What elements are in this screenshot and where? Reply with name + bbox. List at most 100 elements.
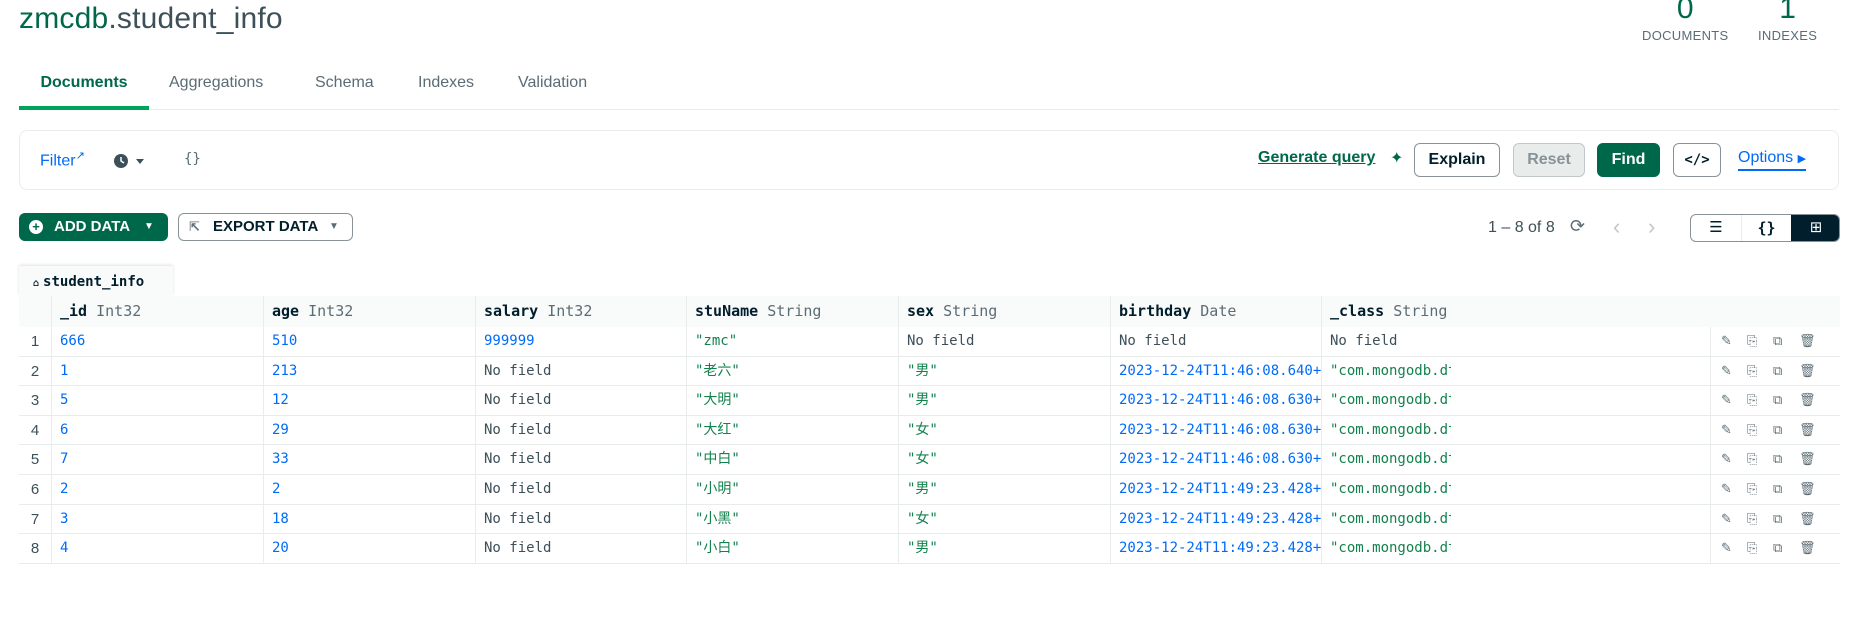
options-toggle[interactable]: Options ▶ (1738, 149, 1807, 171)
edit-icon[interactable]: ✎ (1721, 392, 1732, 408)
table-view-icon[interactable]: ⊞ (1791, 215, 1839, 241)
table-cell[interactable]: "男" (898, 356, 1110, 386)
table-cell[interactable]: No field (1110, 327, 1321, 356)
table-cell[interactable]: 12 (263, 386, 475, 415)
table-cell[interactable]: 5 (51, 386, 263, 415)
table-cell[interactable]: "女" (898, 504, 1110, 534)
clone-icon[interactable]: ⧉ (1773, 363, 1782, 379)
table-row[interactable]: 4 6 29 No field "大红" "女" 2023-12-24T11:46:08.6… (19, 415, 1840, 446)
table-cell[interactable]: "com.mongodb.dto (1321, 415, 1451, 445)
column-header[interactable]: salary Int32 (475, 296, 686, 327)
collection-breadcrumb-tab[interactable]: ⌂ student_info (19, 266, 173, 295)
table-row[interactable]: 7 3 18 No field "小黑" "女" 2023-12-24T11:49:23.4… (19, 504, 1840, 535)
edit-icon[interactable]: ✎ (1721, 451, 1732, 467)
table-cell[interactable]: 666 (51, 327, 263, 356)
tab-aggregations[interactable]: Aggregations (169, 70, 263, 110)
table-cell[interactable]: "女" (898, 445, 1110, 474)
table-row[interactable]: 6 2 2 No field "小明" "男" 2023-12-24T11:49:23.42… (19, 475, 1840, 505)
table-cell[interactable]: "com.mongodb.dto (1321, 504, 1451, 534)
column-header[interactable]: age Int32 (263, 296, 475, 327)
table-cell[interactable]: "男" (898, 475, 1110, 504)
edit-icon[interactable]: ✎ (1721, 511, 1732, 527)
copy-icon[interactable]: ⎘ (1747, 363, 1757, 379)
table-cell[interactable]: No field (475, 386, 686, 415)
clone-icon[interactable]: ⧉ (1773, 511, 1782, 527)
explain-button[interactable]: Explain (1414, 143, 1500, 177)
table-cell[interactable]: "女" (898, 415, 1110, 445)
table-cell[interactable]: No field (475, 415, 686, 445)
column-header[interactable]: sex String (898, 296, 1110, 327)
generate-query-link[interactable]: Generate query (1258, 149, 1375, 167)
table-cell[interactable]: No field (898, 327, 1110, 356)
clone-icon[interactable]: ⧉ (1773, 392, 1782, 408)
table-cell[interactable]: "小明" (686, 475, 898, 504)
table-row[interactable]: 1 666 510 999999 "zmc" No field No field No fie… (19, 327, 1840, 357)
previous-page-icon[interactable]: ‹ (1613, 214, 1620, 240)
table-cell[interactable]: No field (475, 475, 686, 504)
table-cell[interactable]: 4 (51, 534, 263, 563)
table-cell[interactable]: No field (475, 534, 686, 563)
copy-icon[interactable]: ⎘ (1747, 481, 1757, 497)
clone-icon[interactable]: ⧉ (1773, 422, 1782, 438)
table-cell[interactable]: "小黑" (686, 504, 898, 534)
table-cell[interactable]: 29 (263, 415, 475, 445)
delete-icon[interactable]: 🗑 (1799, 540, 1816, 556)
edit-icon[interactable]: ✎ (1721, 363, 1732, 379)
table-cell[interactable]: 7 (51, 445, 263, 474)
table-cell[interactable]: 2 (263, 475, 475, 504)
table-cell[interactable]: No field (475, 445, 686, 474)
reset-button[interactable]: Reset (1513, 143, 1585, 177)
table-cell[interactable]: 20 (263, 534, 475, 563)
table-cell[interactable]: 2023-12-24T11:46:08.630+0… (1110, 386, 1321, 415)
table-cell[interactable]: "男" (898, 534, 1110, 563)
table-cell[interactable]: 18 (263, 504, 475, 534)
table-cell[interactable]: No field (1321, 327, 1451, 356)
column-header[interactable]: stuName String (686, 296, 898, 327)
table-cell[interactable]: 213 (263, 356, 475, 386)
edit-icon[interactable]: ✎ (1721, 540, 1732, 556)
copy-icon[interactable]: ⎘ (1747, 540, 1757, 556)
table-cell[interactable]: "com.mongodb.dto (1321, 475, 1451, 504)
add-data-button[interactable]: + ADD DATA ▼ (19, 213, 168, 241)
table-row[interactable]: 3 5 12 No field "大明" "男" 2023-12-24T11:46:08.6… (19, 386, 1840, 416)
json-view-icon[interactable]: {} (1741, 215, 1791, 241)
copy-icon[interactable]: ⎘ (1747, 451, 1757, 467)
table-row[interactable]: 2 1 213 No field "老六" "男" 2023-12-24T11:46:08.… (19, 356, 1840, 387)
tab-validation[interactable]: Validation (518, 70, 587, 110)
table-cell[interactable]: 6 (51, 415, 263, 445)
table-cell[interactable]: "zmc" (686, 327, 898, 356)
table-cell[interactable]: "男" (898, 386, 1110, 415)
find-button[interactable]: Find (1597, 143, 1660, 177)
table-cell[interactable]: "大红" (686, 415, 898, 445)
column-header[interactable]: birthday Date (1110, 296, 1321, 327)
delete-icon[interactable]: 🗑 (1799, 481, 1816, 497)
delete-icon[interactable]: 🗑 (1799, 333, 1816, 349)
table-cell[interactable]: "com.mongodb.dto (1321, 534, 1451, 563)
table-cell[interactable]: 2023-12-24T11:49:23.428+0… (1110, 504, 1321, 534)
table-cell[interactable]: "小白" (686, 534, 898, 563)
table-row[interactable]: 8 4 20 No field "小白" "男" 2023-12-24T11:49:23.4… (19, 534, 1840, 564)
edit-icon[interactable]: ✎ (1721, 333, 1732, 349)
export-to-language-button[interactable]: </> (1673, 143, 1721, 177)
delete-icon[interactable]: 🗑 (1799, 451, 1816, 467)
filter-link[interactable]: Filter↗ (40, 149, 85, 170)
copy-icon[interactable]: ⎘ (1747, 333, 1757, 349)
table-cell[interactable]: 2023-12-24T11:49:23.428+0… (1110, 534, 1321, 563)
table-cell[interactable]: "中白" (686, 445, 898, 474)
table-cell[interactable]: 2023-12-24T11:46:08.630+0… (1110, 415, 1321, 445)
delete-icon[interactable]: 🗑 (1799, 511, 1816, 527)
tab-schema[interactable]: Schema (315, 70, 374, 110)
table-cell[interactable]: 510 (263, 327, 475, 356)
clone-icon[interactable]: ⧉ (1773, 540, 1782, 556)
table-cell[interactable]: 2023-12-24T11:49:23.428+0… (1110, 475, 1321, 504)
table-cell[interactable]: 999999 (475, 327, 686, 356)
table-cell[interactable]: "com.mongodb.dto (1321, 356, 1451, 386)
delete-icon[interactable]: 🗑 (1799, 422, 1816, 438)
table-cell[interactable]: 2023-12-24T11:46:08.630+0… (1110, 445, 1321, 474)
clone-icon[interactable]: ⧉ (1773, 451, 1782, 467)
next-page-icon[interactable]: › (1648, 214, 1655, 240)
copy-icon[interactable]: ⎘ (1747, 392, 1757, 408)
list-view-icon[interactable]: ☰ (1691, 215, 1741, 241)
table-cell[interactable]: "老六" (686, 356, 898, 386)
edit-icon[interactable]: ✎ (1721, 481, 1732, 497)
